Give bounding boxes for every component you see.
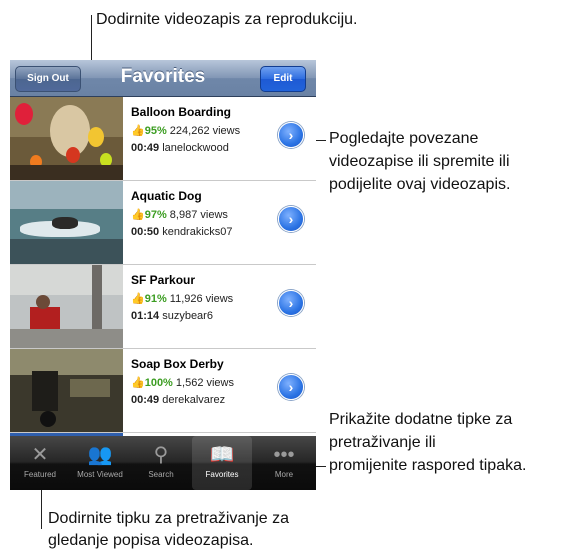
video-title: Soap Box Derby bbox=[131, 357, 224, 371]
more-icon: ••• bbox=[273, 444, 295, 466]
video-user: suzybear6 bbox=[162, 310, 213, 322]
callout-more-buttons-2: pretraživanje ili bbox=[329, 434, 436, 451]
video-rating: 91% bbox=[144, 293, 167, 305]
video-row[interactable]: SF Parkour 👍91% 11,926 views 01:14 suzyb… bbox=[10, 265, 316, 349]
video-duration-line: 00:49 lanelockwood bbox=[131, 142, 229, 154]
video-row[interactable]: Soap Box Derby 👍100% 1,562 views 00:49 d… bbox=[10, 349, 316, 433]
video-thumbnail[interactable] bbox=[10, 265, 123, 348]
video-meta: 👍100% 1,562 views bbox=[131, 376, 234, 389]
video-thumbnail[interactable] bbox=[10, 181, 123, 264]
callout-search-1: Dodirnite tipku za pretraživanje za bbox=[48, 510, 290, 527]
video-duration: 00:50 bbox=[131, 226, 160, 238]
thumbs-up-icon: 👍 bbox=[131, 209, 145, 221]
video-rating: 97% bbox=[144, 209, 167, 221]
callout-related-videos-2: videozapise ili spremite ili bbox=[329, 153, 510, 170]
video-user: derekalvarez bbox=[162, 394, 226, 406]
video-meta: 👍97% 8,987 views bbox=[131, 208, 228, 221]
tab-featured[interactable]: ✕ Featured bbox=[10, 436, 70, 490]
thumbs-up-icon: 👍 bbox=[131, 293, 145, 305]
callout-tap-video: Dodirnite videozapis za reprodukciju. bbox=[96, 11, 358, 28]
detail-disclosure-button[interactable]: › bbox=[278, 206, 304, 232]
video-views: 11,926 views bbox=[169, 293, 234, 305]
search-icon: ⚲ bbox=[153, 444, 169, 466]
callout-related-videos-3: podijelite ovaj videozapis. bbox=[329, 176, 511, 193]
video-duration: 00:49 bbox=[131, 142, 160, 154]
tab-label: Favorites bbox=[205, 470, 239, 479]
callout-related-videos-1: Pogledajte povezane bbox=[329, 130, 479, 147]
video-duration-line: 01:14 suzybear6 bbox=[131, 310, 213, 322]
video-user: lanelockwood bbox=[162, 142, 229, 154]
video-title: Aquatic Dog bbox=[131, 189, 202, 203]
thumbs-up-icon: 👍 bbox=[131, 377, 145, 389]
video-rating: 95% bbox=[144, 125, 167, 137]
book-icon: 📖 bbox=[209, 444, 235, 466]
callout-more-buttons-3: promijenite raspored tipaka. bbox=[329, 457, 527, 474]
tab-label: Featured bbox=[23, 470, 57, 479]
video-row[interactable]: Aquatic Dog 👍97% 8,987 views 00:50 kendr… bbox=[10, 181, 316, 265]
video-duration: 00:49 bbox=[131, 394, 160, 406]
video-duration: 01:14 bbox=[131, 310, 160, 322]
callout-search-2: gledanje popisa videozapisa. bbox=[48, 532, 254, 549]
most-viewed-icon: 👥 bbox=[87, 444, 113, 466]
video-meta: 👍91% 11,926 views bbox=[131, 292, 233, 305]
video-title: Balloon Boarding bbox=[131, 105, 231, 119]
tab-favorites[interactable]: 📖 Favorites bbox=[192, 436, 252, 490]
featured-icon: ✕ bbox=[31, 444, 49, 466]
navigation-bar: Sign Out Favorites Edit bbox=[10, 60, 316, 97]
video-views: 1,562 views bbox=[175, 377, 234, 389]
thumbs-up-icon: 👍 bbox=[131, 125, 145, 137]
video-title: SF Parkour bbox=[131, 273, 196, 287]
tab-label: Most Viewed bbox=[77, 470, 123, 479]
phone-screen: Sign Out Favorites Edit Balloon Boarding… bbox=[10, 60, 316, 490]
detail-disclosure-button[interactable]: › bbox=[278, 374, 304, 400]
video-duration-line: 00:50 kendrakicks07 bbox=[131, 226, 233, 238]
video-user: kendrakicks07 bbox=[162, 226, 233, 238]
detail-disclosure-button[interactable]: › bbox=[278, 122, 304, 148]
tab-label: More bbox=[274, 470, 294, 479]
video-duration-line: 00:49 derekalvarez bbox=[131, 394, 225, 406]
video-list: Balloon Boarding 👍95% 224,262 views 00:4… bbox=[10, 97, 316, 464]
video-thumbnail[interactable] bbox=[10, 97, 123, 180]
edit-button[interactable]: Edit bbox=[260, 66, 306, 92]
video-row[interactable]: Balloon Boarding 👍95% 224,262 views 00:4… bbox=[10, 97, 316, 181]
video-thumbnail[interactable] bbox=[10, 349, 123, 432]
detail-disclosure-button[interactable]: › bbox=[278, 290, 304, 316]
tab-more[interactable]: ••• More bbox=[254, 436, 314, 490]
tab-search[interactable]: ⚲ Search bbox=[131, 436, 191, 490]
tab-label: Search bbox=[148, 470, 174, 479]
callout-more-buttons-1: Prikažite dodatne tipke za bbox=[329, 411, 513, 428]
video-views: 8,987 views bbox=[169, 209, 228, 221]
video-rating: 100% bbox=[144, 377, 173, 389]
tab-bar: ✕ Featured 👥 Most Viewed ⚲ Search 📖 Favo… bbox=[10, 436, 316, 490]
tab-most-viewed[interactable]: 👥 Most Viewed bbox=[70, 436, 130, 490]
video-meta: 👍95% 224,262 views bbox=[131, 124, 240, 137]
video-views: 224,262 views bbox=[169, 125, 241, 137]
